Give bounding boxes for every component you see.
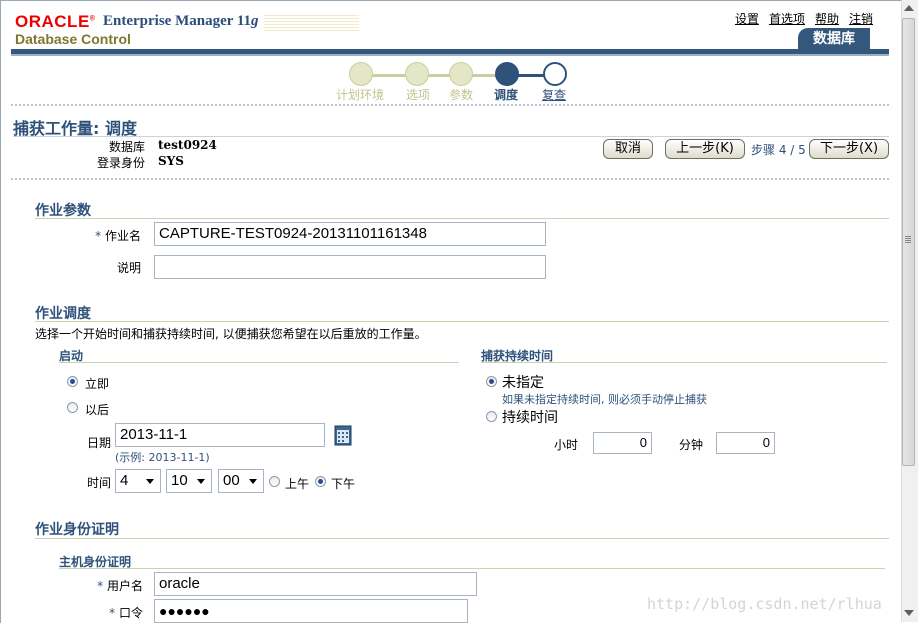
job-name-input[interactable]: CAPTURE-TEST0924-20131101161348	[154, 222, 546, 246]
minutes-label: 分钟	[679, 438, 704, 452]
hours-label: 小时	[554, 438, 579, 452]
help-link[interactable]: 帮助	[815, 10, 839, 27]
hour-select[interactable]: 4	[115, 469, 161, 493]
section-line	[35, 538, 889, 539]
job-desc-input[interactable]	[154, 255, 546, 279]
username-label: * 用户名	[97, 579, 143, 593]
logo-decoration	[264, 15, 359, 31]
job-name-label: * 作业名	[95, 229, 141, 243]
pm-radio[interactable]	[315, 476, 326, 487]
password-input[interactable]: ●●●●●●	[154, 599, 468, 623]
job-schedule-heading: 作业调度	[35, 306, 91, 322]
job-desc-label: 说明	[116, 261, 141, 275]
minutes-input[interactable]: 0	[716, 432, 775, 454]
divider-dotted-2	[11, 178, 889, 180]
credentials-heading: 作业身份证明	[35, 522, 119, 538]
logout-link[interactable]: 注销	[849, 10, 873, 27]
train-label-plan: 计划环境	[336, 88, 385, 102]
db-value: test0924	[158, 138, 217, 152]
oracle-logo: ORACLE®	[15, 12, 96, 31]
duration-unspecified-radio[interactable]	[486, 376, 497, 387]
password-label: * 口令	[109, 606, 143, 620]
am-label: 上午	[285, 477, 310, 491]
divider-dotted	[11, 104, 889, 106]
train-node-options	[405, 62, 429, 86]
train-label-review[interactable]: 复查	[542, 86, 566, 103]
minute-select[interactable]: 10	[166, 469, 212, 493]
enterprise-manager-logo: Enterprise Manager 11g	[103, 13, 259, 29]
db-label: 数据库	[108, 140, 145, 154]
duration-specified-label: 持续时间	[502, 410, 558, 426]
subsection-line	[59, 362, 459, 363]
browser-content: ORACLE® Enterprise Manager 11g Database …	[0, 0, 901, 623]
calendar-icon[interactable]	[334, 424, 352, 446]
next-button[interactable]: 下一步(X)	[809, 139, 889, 159]
setup-link[interactable]: 设置	[735, 10, 759, 27]
database-control-logo: Database Control	[15, 31, 131, 47]
scroll-up-arrow-icon[interactable]	[904, 5, 914, 11]
schedule-description: 选择一个开始时间和捕获持续时间, 以便捕获您希望在以后重放的工作量。	[35, 327, 427, 341]
time-label: 时间	[86, 476, 111, 490]
tab-database[interactable]: 数据库	[798, 28, 870, 50]
global-links: 设置 首选项 帮助 注销	[735, 10, 873, 27]
train-node-schedule	[495, 62, 519, 86]
second-select[interactable]: 00	[218, 469, 264, 493]
train-track-done	[371, 74, 501, 77]
login-value: SYS	[158, 154, 184, 168]
login-label: 登录身份	[96, 156, 145, 170]
start-immediate-label: 立即	[85, 377, 110, 391]
title-underline	[13, 136, 889, 137]
scroll-grip-icon	[905, 236, 911, 243]
step-indicator: 步骤 4 / 5	[751, 143, 806, 157]
start-later-radio[interactable]	[67, 402, 78, 413]
subsection-line	[59, 568, 885, 569]
train-label-schedule: 调度	[494, 88, 519, 102]
watermark: http://blog.csdn.net/rlhua	[647, 595, 882, 613]
hours-input[interactable]: 0	[593, 432, 652, 454]
scroll-down-arrow-icon[interactable]	[904, 610, 914, 616]
section-line	[35, 218, 889, 219]
train-label-params: 参数	[449, 88, 474, 102]
header-band	[11, 49, 889, 56]
username-input[interactable]: oracle	[154, 572, 477, 596]
duration-specified-radio[interactable]	[486, 411, 497, 422]
train-node-review[interactable]	[543, 62, 567, 86]
train-node-params	[449, 62, 473, 86]
am-radio[interactable]	[269, 476, 280, 487]
preferences-link[interactable]: 首选项	[769, 10, 805, 27]
duration-unspecified-label: 未指定	[502, 375, 544, 391]
date-label: 日期	[86, 436, 111, 450]
back-button[interactable]: 上一步(K)	[665, 139, 745, 159]
cancel-button[interactable]: 取消	[603, 139, 653, 159]
date-example: (示例: 2013-11-1)	[115, 451, 210, 464]
train-label-options: 选项	[406, 88, 431, 102]
duration-unspecified-hint: 如果未指定持续时间, 则必须手动停止捕获	[502, 393, 707, 406]
job-params-heading: 作业参数	[35, 203, 91, 219]
section-line	[35, 321, 889, 322]
start-immediate-radio[interactable]	[67, 376, 78, 387]
start-later-label: 以后	[85, 403, 110, 417]
subsection-line	[481, 362, 887, 363]
train-node-plan	[349, 62, 373, 86]
pm-label: 下午	[331, 477, 356, 491]
date-input[interactable]: 2013-11-1	[115, 423, 325, 447]
